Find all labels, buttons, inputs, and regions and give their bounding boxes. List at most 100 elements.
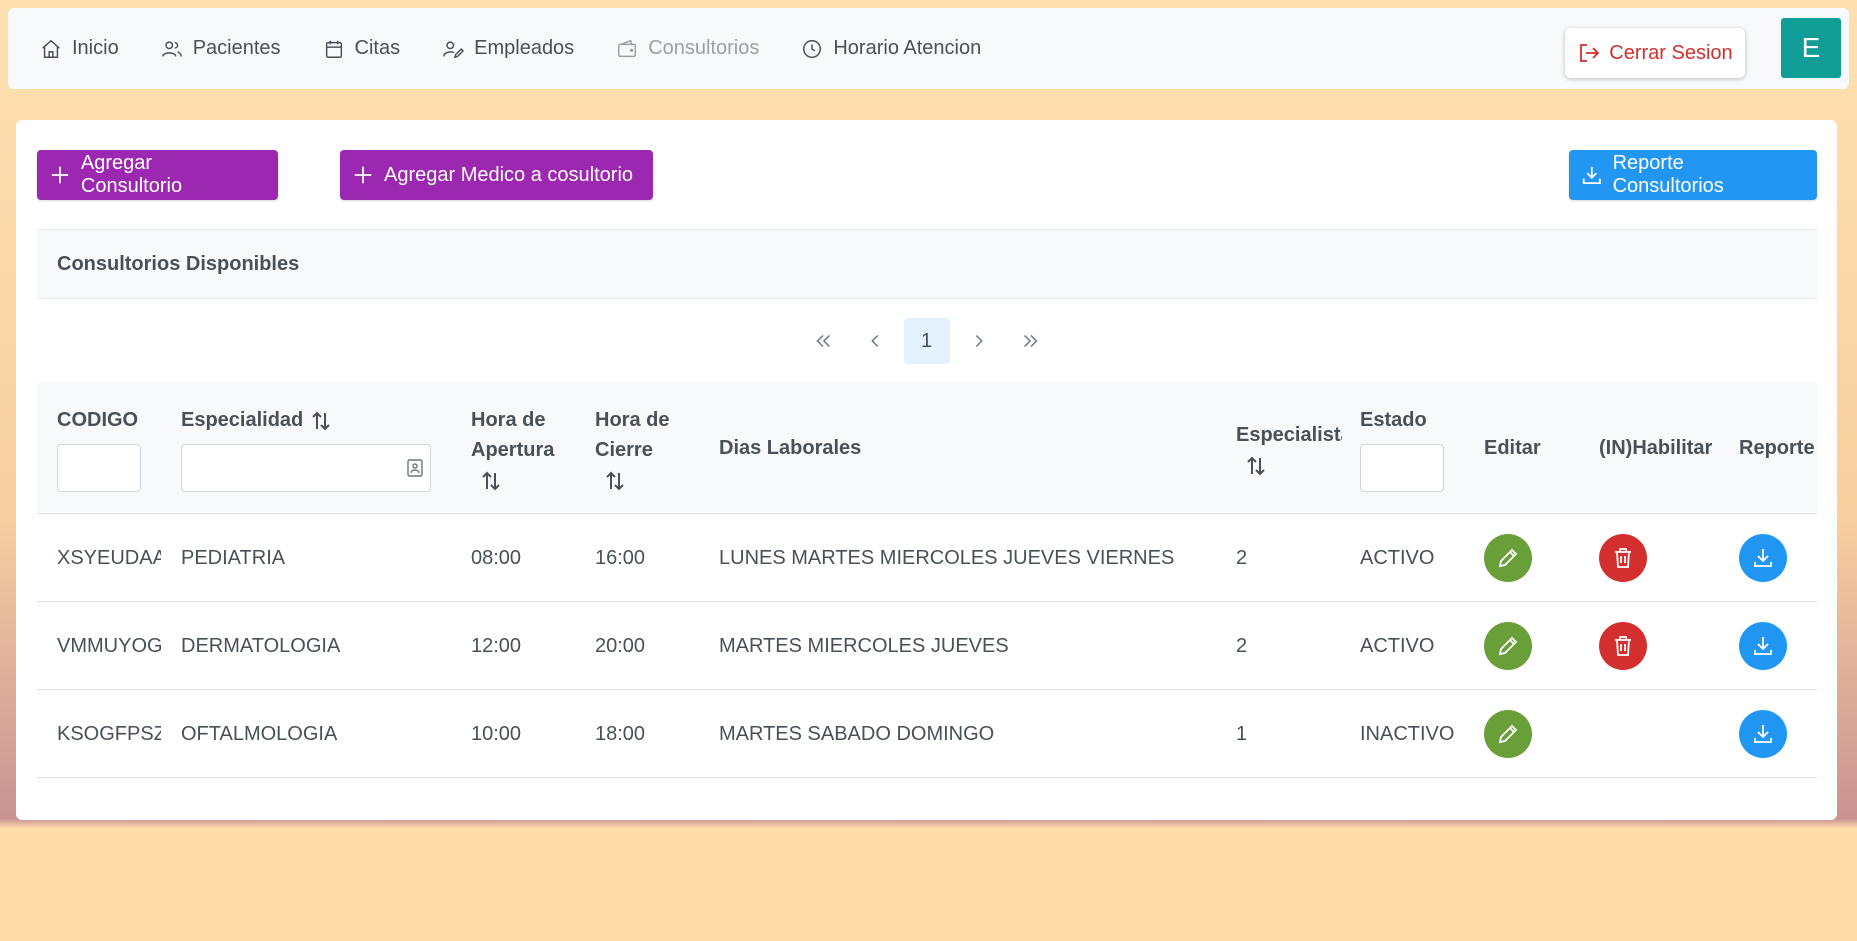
header-especialistas-label: Especialista [1236,424,1342,446]
pencil-icon [1498,548,1518,568]
logout-label: Cerrar Sesion [1609,41,1733,64]
users-icon [161,40,182,57]
header-especialidad[interactable]: Especialidad [181,405,333,435]
header-estado: Estado [1360,409,1427,431]
edit-cell [1484,690,1532,778]
cell-estado: ACTIVO [1360,546,1435,569]
header-reporte: Reporte [1739,437,1815,459]
download-icon [1754,637,1772,655]
header-apertura-line2: Apertura [471,439,555,461]
prev-page-button[interactable] [852,318,898,364]
header-editar: Editar [1484,437,1541,459]
trash-icon [1615,548,1631,568]
disable-button[interactable] [1599,534,1647,582]
report-offices-button[interactable]: Reporte Consultorios [1569,150,1817,200]
edit-button[interactable] [1484,534,1532,582]
cell-estado: INACTIVO [1360,722,1455,745]
codigo-filter-input[interactable] [57,444,141,492]
home-icon [42,39,60,58]
nav-label: Horario Atencion [833,37,982,59]
avatar[interactable]: E [1781,18,1841,78]
plus-icon [354,166,372,184]
cell-especialistas: 1 [1236,722,1248,745]
sign-out-icon [1580,44,1600,62]
top-navbar: Inicio Pacientes Citas Empleados Consult… [8,8,1849,89]
nav-label: Inicio [72,37,119,59]
user-edit-icon [443,40,465,58]
disable-button[interactable] [1599,622,1647,670]
cell-codigo: KSOGFPSZG [57,722,161,745]
report-offices-label: Reporte Consultorios [1612,152,1724,197]
add-doctor-button[interactable]: Agregar Medico a cosultorio [340,150,653,200]
edit-cell [1484,514,1532,602]
header-habilitar: (IN)Habilitar [1599,437,1713,459]
download-report-button[interactable] [1739,710,1787,758]
cell-dias: LUNES MARTES MIERCOLES JUEVES VIERNES [719,546,1175,569]
cell-cierre: 16:00 [595,546,646,569]
cell-codigo: VMMUYOG [57,634,161,657]
nav-item-empleados[interactable]: Empleados [442,37,574,60]
header-especialistas[interactable]: Especialista [1236,420,1342,480]
cell-especialistas: 2 [1236,634,1248,657]
sort-icon [482,471,500,491]
cell-dias: MARTES MIERCOLES JUEVES [719,634,1009,657]
add-office-label: Agregar Consultorio [80,152,183,197]
pencil-icon [1498,724,1518,744]
offices-table: CODIGO Especialidad Hora de Apertura Hor… [37,383,1817,778]
add-office-button[interactable]: Agregar Consultorio [37,150,278,200]
pencil-icon [1498,636,1518,656]
download-icon [1582,166,1601,184]
first-page-button[interactable] [800,318,846,364]
edit-button[interactable] [1484,622,1532,670]
table-row: XSYEUDAAT PEDIATRIA 08:00 16:00 LUNES MA… [37,514,1817,602]
next-page-button[interactable] [956,318,1002,364]
edit-button[interactable] [1484,710,1532,758]
plus-icon [51,166,69,184]
table-row: KSOGFPSZG OFTALMOLOGIA 10:00 18:00 MARTE… [37,690,1817,778]
sort-icon [1247,456,1265,476]
chevrons-left-icon [815,334,830,348]
especialidad-filter-input[interactable] [181,444,431,492]
last-page-button[interactable] [1008,318,1054,364]
nav-item-citas[interactable]: Citas [323,37,401,60]
nav-label: Pacientes [192,37,281,59]
header-codigo: CODIGO [57,409,139,431]
cell-especialistas: 2 [1236,546,1248,569]
sort-icon [606,471,624,491]
download-icon [1754,725,1772,743]
nav-item-horario-atencion[interactable]: Horario Atencion [801,37,981,60]
header-cierre-line2: Cierre [595,439,653,461]
nav-label: Citas [354,37,401,59]
calendar-icon [325,40,342,58]
download-report-button[interactable] [1739,534,1787,582]
cell-apertura: 12:00 [471,634,522,657]
chevron-right-icon [975,334,983,348]
wallet-icon [618,39,637,57]
header-apertura[interactable]: Hora de Apertura [471,405,554,495]
header-apertura-line1: Hora de [471,409,546,431]
cell-dias: MARTES SABADO DOMINGO [719,722,995,745]
sort-icon [312,411,330,431]
cell-cierre: 18:00 [595,722,646,745]
logout-button[interactable]: Cerrar Sesion [1565,28,1745,78]
header-especialidad-label: Especialidad [181,409,304,431]
header-cierre[interactable]: Hora de Cierre [595,405,669,495]
edit-cell [1484,602,1532,690]
download-report-button[interactable] [1739,622,1787,670]
chevron-left-icon [870,334,878,348]
table-header: CODIGO Especialidad Hora de Apertura Hor… [37,383,1817,514]
report-cell [1739,602,1787,690]
nav-label: Consultorios [648,37,760,59]
page-button-current[interactable]: 1 [903,318,950,364]
header-dias: Dias Laborales [719,437,862,459]
nav-item-pacientes[interactable]: Pacientes [161,37,281,60]
toggle-cell [1599,514,1647,602]
estado-filter-input[interactable] [1360,444,1444,492]
paginator: 1 [16,318,1837,364]
chevrons-right-icon [1023,334,1038,348]
nav-item-inicio[interactable]: Inicio [40,37,119,60]
cell-apertura: 10:00 [471,722,522,745]
cell-especialidad: PEDIATRIA [181,546,286,569]
cell-especialidad: OFTALMOLOGIA [181,722,338,745]
nav-item-consultorios[interactable]: Consultorios [616,37,759,60]
